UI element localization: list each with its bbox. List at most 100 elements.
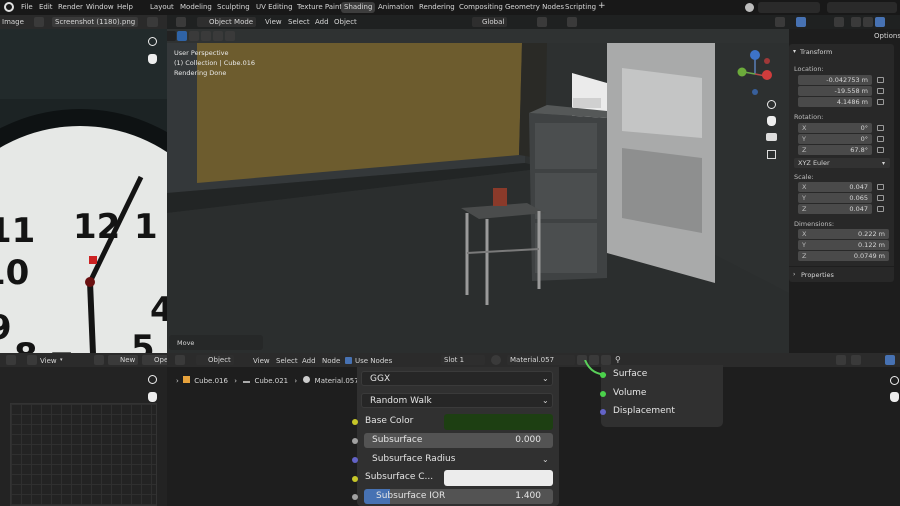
shading-solid-icon[interactable] — [851, 17, 861, 27]
select-invert-icon[interactable] — [213, 31, 223, 41]
scale-x-field[interactable]: 0.047 — [798, 182, 872, 192]
subsurface-ior-slider[interactable]: Subsurface IOR 1.400 — [364, 489, 553, 504]
tab-modeling[interactable]: Modeling — [177, 3, 215, 11]
new-image-button[interactable]: New — [108, 355, 139, 365]
scale-z-field[interactable]: 0.047 — [798, 204, 872, 214]
snap-icon[interactable] — [537, 17, 547, 27]
perspective-toggle-icon[interactable] — [767, 150, 776, 159]
zoom-icon[interactable] — [148, 37, 157, 46]
shader-menu-view[interactable]: View — [253, 357, 270, 365]
material-browse-icon[interactable] — [491, 355, 501, 365]
image-name-field[interactable]: Screenshot (1180).png — [52, 17, 139, 27]
scene-selector[interactable] — [758, 2, 820, 13]
lock-rotation-z-icon[interactable] — [877, 147, 884, 153]
lock-scale-x-icon[interactable] — [877, 184, 884, 190]
image-mode-icon[interactable] — [27, 355, 37, 365]
tab-geometry-nodes[interactable]: Geometry Nodes — [502, 3, 567, 11]
image-editor-type-label[interactable]: Image — [2, 18, 24, 26]
editor-type-icon[interactable] — [6, 355, 16, 365]
pin-icon[interactable]: ⚲ — [615, 355, 621, 364]
tab-compositing[interactable]: Compositing — [456, 3, 506, 11]
subsurface-method-dropdown[interactable]: Random Walk — [361, 393, 553, 408]
zoom-icon[interactable] — [148, 375, 157, 384]
shader-menu-node[interactable]: Node — [322, 357, 340, 365]
lock-rotation-x-icon[interactable] — [877, 125, 884, 131]
menu-file[interactable]: File — [21, 3, 33, 11]
menu-window[interactable]: Window — [86, 3, 114, 11]
camera-view-icon[interactable] — [766, 133, 777, 141]
tab-animation[interactable]: Animation — [375, 3, 417, 11]
subsurface-slider[interactable]: Subsurface 0.000 — [364, 433, 553, 448]
proportional-edit-icon[interactable] — [567, 17, 577, 27]
select-intersect-icon[interactable] — [225, 31, 235, 41]
view-layer-selector[interactable] — [827, 2, 897, 13]
subsurface-ior-socket[interactable] — [352, 494, 358, 500]
tab-rendering[interactable]: Rendering — [416, 3, 458, 11]
rotation-y-field[interactable]: 0° — [798, 134, 872, 144]
zoom-icon[interactable] — [767, 100, 776, 109]
pan-hand-icon[interactable] — [148, 392, 157, 402]
menu-view[interactable]: View — [40, 357, 57, 365]
shader-menu-add[interactable]: Add — [302, 357, 316, 365]
options-dropdown[interactable]: Options — [874, 32, 900, 40]
dimensions-z-field[interactable]: 0.0749 m — [798, 251, 889, 261]
zoom-icon[interactable] — [890, 376, 899, 385]
distribution-dropdown[interactable]: GGX — [361, 371, 553, 386]
object-mode-dropdown[interactable]: Object Mode — [197, 17, 257, 27]
base-color-swatch[interactable] — [444, 414, 553, 430]
surface-socket[interactable] — [600, 372, 606, 378]
slot-dropdown[interactable]: Slot 1 — [441, 355, 485, 365]
dimensions-y-field[interactable]: 0.122 m — [798, 240, 889, 250]
material-name-field[interactable]: Material.057 — [507, 355, 575, 365]
lock-location-z-icon[interactable] — [877, 99, 884, 105]
toggle-gizmo-icon[interactable] — [775, 17, 785, 27]
shading-material-icon[interactable] — [863, 17, 873, 27]
lock-scale-z-icon[interactable] — [877, 206, 884, 212]
transform-orientation-dropdown[interactable]: Global — [472, 17, 508, 27]
subsurface-radius-socket[interactable] — [352, 457, 358, 463]
menu-help[interactable]: Help — [117, 3, 133, 11]
subsurface-color-swatch[interactable] — [444, 470, 553, 486]
pan-hand-icon[interactable] — [148, 54, 157, 64]
last-operator-panel[interactable]: Move — [169, 335, 263, 350]
xray-toggle-icon[interactable] — [834, 17, 844, 27]
subsurface-radius-dropdown[interactable]: Subsurface Radius — [364, 452, 553, 467]
rotation-mode-dropdown[interactable]: XYZ Euler — [794, 158, 890, 168]
pan-hand-icon[interactable] — [890, 392, 899, 402]
3d-viewport[interactable]: Object Mode View Select Add Object Globa… — [167, 15, 789, 353]
properties-panel-header[interactable]: Properties — [801, 271, 834, 279]
shader-type-dropdown[interactable]: Object — [196, 355, 234, 365]
snap-icon[interactable] — [836, 355, 846, 365]
menu-render[interactable]: Render — [58, 3, 83, 11]
lock-scale-y-icon[interactable] — [877, 195, 884, 201]
sidebar-toggle-icon[interactable] — [885, 355, 895, 365]
viewport-overlays-icon[interactable] — [796, 17, 806, 27]
lock-rotation-y-icon[interactable] — [877, 136, 884, 142]
shader-menu-select[interactable]: Select — [276, 357, 298, 365]
tab-scripting[interactable]: Scripting — [562, 3, 599, 11]
editor-type-icon[interactable] — [176, 17, 186, 27]
viewport-menu-object[interactable]: Object — [334, 18, 357, 26]
lock-location-x-icon[interactable] — [877, 77, 884, 83]
tab-shading[interactable]: Shading — [341, 2, 376, 13]
select-extend-icon[interactable] — [189, 31, 199, 41]
location-x-field[interactable]: -0.042753 m — [798, 75, 872, 85]
volume-socket[interactable] — [600, 391, 606, 397]
scene-icon[interactable] — [745, 3, 754, 12]
viewport-menu-view[interactable]: View — [265, 18, 282, 26]
close-image-icon[interactable] — [147, 17, 158, 27]
dimensions-x-field[interactable]: 0.222 m — [798, 229, 889, 239]
add-workspace-button[interactable]: + — [598, 1, 606, 11]
location-y-field[interactable]: -19.558 m — [798, 86, 872, 96]
location-z-field[interactable]: 4.1486 m — [798, 97, 872, 107]
image-browse-icon[interactable] — [94, 355, 104, 365]
select-subtract-icon[interactable] — [201, 31, 211, 41]
lock-location-y-icon[interactable] — [877, 88, 884, 94]
editor-type-icon[interactable] — [175, 355, 185, 365]
use-nodes-checkbox[interactable] — [345, 357, 352, 364]
menu-edit[interactable]: Edit — [39, 3, 53, 11]
pan-hand-icon[interactable] — [767, 116, 776, 126]
viewport-menu-select[interactable]: Select — [288, 18, 310, 26]
rotation-z-field[interactable]: 67.8° — [798, 145, 872, 155]
blender-logo-icon[interactable] — [4, 2, 14, 12]
